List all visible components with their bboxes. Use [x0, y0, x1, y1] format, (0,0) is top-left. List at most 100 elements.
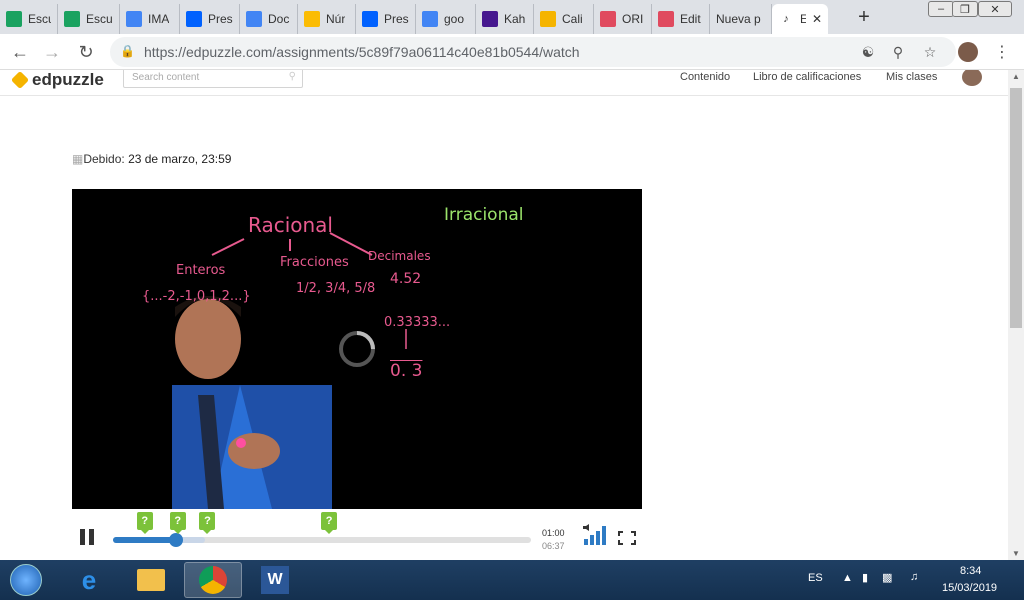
kahoot-icon	[482, 11, 498, 27]
board-enteros-set: {...-2,-1,0,1,2...}	[142, 289, 251, 304]
tab-label: Cali	[562, 12, 583, 26]
tab-label: goo	[444, 12, 465, 26]
board-enteros: Enteros	[176, 263, 226, 278]
board-fracciones-values: 1/2, 3/4, 5/8	[296, 281, 376, 296]
tab-6[interactable]: Pres	[356, 4, 416, 34]
show-hidden-icons-icon[interactable]: ▲	[842, 572, 853, 584]
page-scrollbar[interactable]: ▲ ▼	[1008, 70, 1024, 560]
duration: 06:37	[542, 541, 565, 551]
scroll-thumb[interactable]	[1010, 88, 1022, 328]
board-decimales: Decimales	[368, 249, 431, 263]
tab-bar: Escu Escu IMA Pres Doc Núr Pres goo Kah Cali ORI Ed…	[0, 0, 1024, 34]
s-icon	[600, 11, 616, 27]
dropbox-icon	[362, 11, 378, 27]
reload-icon[interactable]: ↻	[74, 40, 98, 64]
question-marker[interactable]: ?	[321, 512, 338, 534]
pause-button[interactable]	[80, 529, 98, 547]
close-window-button[interactable]: ✕	[978, 1, 1012, 17]
speaker-icon[interactable]: ♫	[910, 571, 918, 583]
ie-icon[interactable]: e	[60, 562, 118, 598]
board-repeating: 0.33333...	[384, 315, 451, 330]
tab-label: Edit	[680, 12, 701, 26]
tab-label: ORI	[622, 12, 644, 26]
video-player[interactable]: Racional Irracional Enteros {...-2,-1,0,…	[72, 189, 642, 509]
edpuzzle-logo[interactable]: edpuzzle	[10, 70, 104, 90]
tab-10[interactable]: ORI	[594, 4, 652, 34]
menu-icon[interactable]: ⋮	[992, 42, 1012, 62]
volume-icon[interactable]	[582, 523, 610, 547]
google-icon	[126, 11, 142, 27]
start-orb-icon[interactable]	[2, 562, 50, 598]
tab-label: IMA	[148, 12, 170, 26]
calendar-icon: ▦	[72, 152, 84, 166]
board-repeating-bar: 0. 3	[390, 361, 423, 381]
scroll-down-arrow[interactable]: ▼	[1012, 549, 1020, 558]
language-indicator[interactable]: ES	[808, 572, 823, 584]
profile-avatar[interactable]	[958, 42, 978, 62]
tab-label: Escu	[86, 12, 113, 26]
question-marker[interactable]: ?	[199, 512, 216, 534]
new-tab-button[interactable]: +	[852, 5, 876, 29]
board-irrational: Irracional	[444, 205, 524, 225]
progress-knob[interactable]	[169, 533, 184, 547]
explorer-icon[interactable]	[122, 562, 180, 598]
tab-11[interactable]: Edit	[652, 4, 710, 34]
current-time: 01:00	[542, 528, 565, 538]
due-date: ▦Debido: 23 de marzo, 23:59	[72, 152, 232, 166]
tab-label: Núr	[326, 12, 346, 26]
translate-icon[interactable]: ☯	[858, 42, 878, 62]
tab-13[interactable]: ♪ E ✕	[772, 4, 828, 34]
presenter	[172, 296, 332, 509]
tab-0[interactable]: Escu	[0, 4, 58, 34]
zoom-icon[interactable]: ⚲	[888, 42, 908, 62]
progress-track[interactable]	[113, 533, 531, 547]
search-input[interactable]: Search content ⚲	[123, 70, 303, 88]
tab-2[interactable]: IMA	[120, 4, 180, 34]
time-display: 01:00 06:37	[542, 527, 565, 553]
tab-12[interactable]: Nueva p	[710, 4, 772, 34]
due-date-value: 23 de marzo, 23:59	[128, 152, 232, 166]
address-bar[interactable]: 🔒 https://edpuzzle.com/assignments/5c89f…	[110, 37, 956, 67]
maximize-button[interactable]: ❐	[952, 1, 978, 17]
scroll-up-arrow[interactable]: ▲	[1012, 72, 1020, 81]
tab-label: E	[800, 12, 806, 26]
nav-mis-clases[interactable]: Mis clases	[886, 71, 937, 83]
minimize-button[interactable]: –	[928, 1, 954, 17]
drive-icon	[304, 11, 320, 27]
tab-4[interactable]: Doc	[240, 4, 298, 34]
forward-icon[interactable]: →	[40, 40, 64, 64]
user-avatar[interactable]	[962, 70, 982, 86]
clock-date[interactable]: 15/03/2019	[942, 582, 997, 594]
tab-5[interactable]: Núr	[298, 4, 356, 34]
close-tab-icon[interactable]: ✕	[812, 12, 822, 26]
tab-label: Pres	[208, 12, 233, 26]
question-marker[interactable]: ?	[136, 512, 153, 534]
url-text: https://edpuzzle.com/assignments/5c89f79…	[144, 44, 580, 60]
site-header: edpuzzle Search content ⚲ Contenido Libr…	[0, 70, 1008, 96]
tab-9[interactable]: Cali	[534, 4, 594, 34]
system-tray: ES ▲ ▮ ▩ ♫ 8:34 15/03/2019	[784, 560, 1024, 600]
tab-label: Pres	[384, 12, 409, 26]
back-icon[interactable]: ←	[8, 40, 32, 64]
edpuzzle-icon	[540, 11, 556, 27]
search-placeholder: Search content	[132, 72, 200, 83]
network-icon[interactable]: ▩	[882, 571, 892, 584]
clock-time[interactable]: 8:34	[960, 565, 981, 577]
nav-libro-calificaciones[interactable]: Libro de calificaciones	[753, 71, 861, 83]
docs-icon	[246, 11, 262, 27]
browser-toolbar: ← → ↻ 🔒 https://edpuzzle.com/assignments…	[0, 34, 1024, 70]
chrome-icon[interactable]	[184, 562, 242, 598]
question-marker[interactable]: ?	[169, 512, 186, 534]
tab-1[interactable]: Escu	[58, 4, 120, 34]
windows-taskbar: e W ES ▲ ▮ ▩ ♫ 8:34 15/03/2019	[0, 560, 1024, 600]
word-icon[interactable]: W	[246, 562, 304, 598]
tab-8[interactable]: Kah	[476, 4, 534, 34]
fullscreen-icon[interactable]	[618, 531, 636, 545]
battery-icon[interactable]: ▮	[862, 571, 868, 584]
tab-3[interactable]: Pres	[180, 4, 240, 34]
bookmark-star-icon[interactable]: ☆	[920, 42, 940, 62]
tab-7[interactable]: goo	[416, 4, 476, 34]
tab-label: Doc	[268, 12, 290, 26]
nav-contenido[interactable]: Contenido	[680, 71, 730, 83]
tab-label: Escu	[28, 12, 51, 26]
